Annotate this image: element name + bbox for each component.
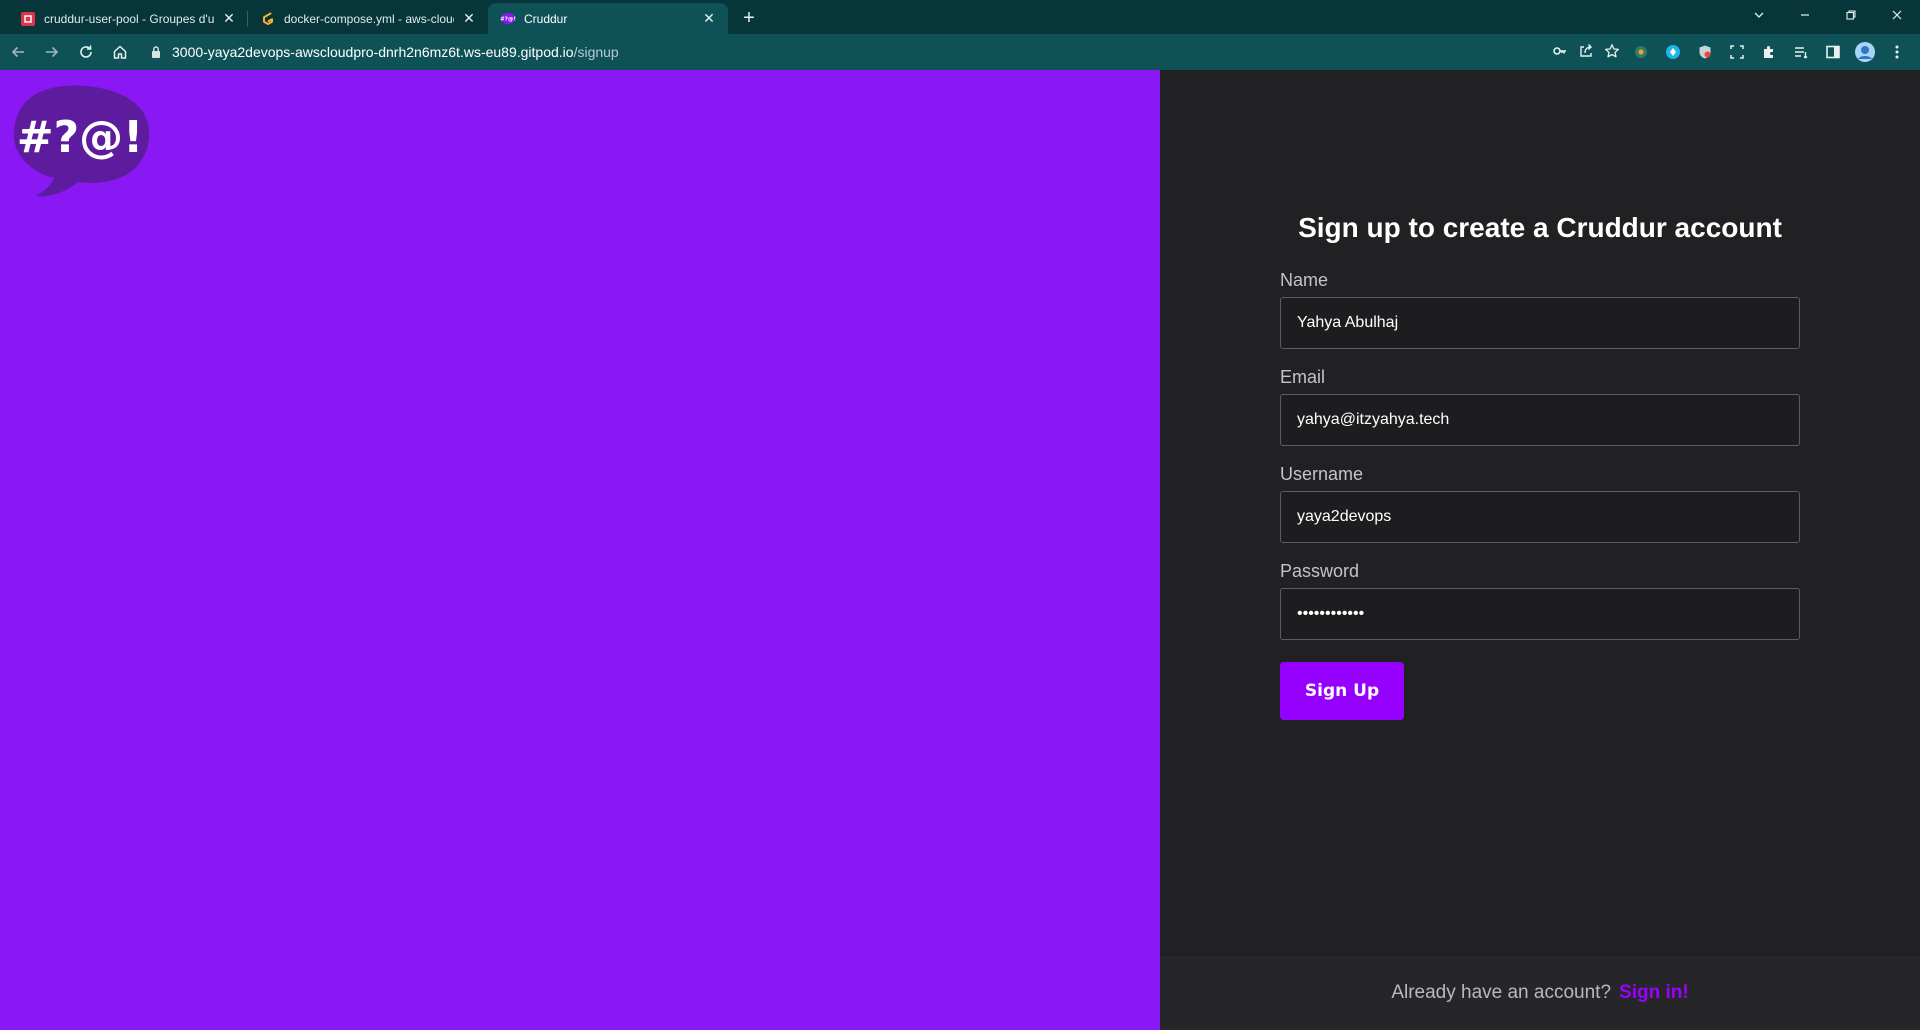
share-icon[interactable] (1578, 43, 1594, 62)
extensions-bar (1628, 38, 1910, 66)
svg-text:#?@!: #?@! (500, 16, 516, 22)
tab-cognito[interactable]: cruddur-user-pool - Groupes d'u ✕ (8, 3, 248, 34)
window-controls (1736, 0, 1920, 30)
key-icon[interactable] (1552, 43, 1568, 62)
browser-tab-strip: cruddur-user-pool - Groupes d'u ✕ docker… (0, 0, 1920, 34)
tab-search-button[interactable] (1736, 0, 1782, 30)
arrow-left-icon (11, 46, 24, 58)
profile-avatar[interactable] (1852, 39, 1878, 65)
name-field-group: Name (1280, 270, 1800, 349)
url-host: 3000-yaya2devops-awscloudpro-dnrh2n6mz6t… (172, 44, 574, 60)
close-icon[interactable]: ✕ (460, 10, 478, 28)
minimize-button[interactable] (1782, 0, 1828, 30)
minimize-icon (1801, 14, 1809, 16)
address-bar[interactable]: 3000-yaya2devops-awscloudpro-dnrh2n6mz6t… (140, 38, 1630, 66)
email-input[interactable] (1280, 394, 1800, 446)
aws-cognito-icon (20, 11, 36, 27)
close-window-button[interactable] (1874, 0, 1920, 30)
tab-cruddur[interactable]: #?@! Cruddur ✕ (488, 3, 728, 34)
password-input[interactable] (1280, 588, 1800, 640)
tab-gitpod[interactable]: docker-compose.yml - aws-cloud ✕ (247, 3, 488, 34)
extension-screenshot-icon[interactable] (1724, 39, 1750, 65)
close-icon[interactable]: ✕ (220, 10, 238, 28)
close-icon[interactable]: ✕ (700, 10, 718, 28)
sign-up-button[interactable]: Sign Up (1280, 662, 1404, 720)
lock-icon[interactable] (150, 45, 162, 59)
email-field-group: Email (1280, 367, 1800, 446)
star-icon[interactable] (1604, 43, 1620, 62)
back-button[interactable] (2, 38, 34, 66)
extension-grammar-icon[interactable] (1628, 39, 1654, 65)
logo-text: #?@! (17, 112, 143, 163)
username-input[interactable] (1280, 491, 1800, 543)
arrow-right-icon (46, 46, 59, 58)
close-icon (1892, 10, 1902, 20)
username-field-group: Username (1280, 464, 1800, 543)
signup-panel: Sign up to create a Cruddur account Name… (1160, 70, 1920, 1030)
password-field-group: Password (1280, 561, 1800, 640)
new-tab-button[interactable]: + (734, 3, 764, 34)
gitpod-icon (260, 11, 276, 27)
tab-title: docker-compose.yml - aws-cloud (284, 11, 454, 26)
sign-in-link[interactable]: Sign in! (1619, 982, 1689, 1004)
browser-toolbar: 3000-yaya2devops-awscloudpro-dnrh2n6mz6t… (0, 34, 1920, 70)
extensions-puzzle-icon[interactable] (1756, 39, 1782, 65)
email-label: Email (1280, 367, 1326, 387)
chevron-down-icon (1754, 12, 1764, 18)
home-button[interactable] (104, 38, 136, 66)
restore-icon (1846, 10, 1856, 20)
reload-button[interactable] (70, 38, 102, 66)
reading-list-icon[interactable] (1788, 39, 1814, 65)
tab-title: Cruddur (524, 11, 568, 26)
form-title: Sign up to create a Cruddur account (1298, 212, 1782, 243)
extension-vpn-icon[interactable] (1660, 39, 1686, 65)
cruddur-icon: #?@! (500, 11, 516, 27)
restore-button[interactable] (1828, 0, 1874, 30)
footer-prompt: Already have an account? (1391, 982, 1612, 1003)
side-panel-icon[interactable] (1820, 39, 1846, 65)
home-icon (113, 45, 127, 59)
name-label: Name (1280, 270, 1329, 290)
name-input[interactable] (1280, 297, 1800, 349)
signin-footer: Already have an account? Sign in! (1160, 956, 1920, 1030)
tab-title: cruddur-user-pool - Groupes d'u (44, 11, 214, 26)
forward-button[interactable] (36, 38, 68, 66)
signup-form: Sign up to create a Cruddur account Name… (1280, 212, 1800, 720)
username-label: Username (1280, 464, 1364, 484)
extension-shield-icon[interactable] (1692, 39, 1718, 65)
brand-panel: #?@! (0, 70, 1160, 1030)
url-path: /signup (573, 44, 619, 60)
page: #?@! Sign up to create a Cruddur account… (0, 70, 1920, 1030)
cruddur-logo[interactable]: #?@! (12, 82, 152, 200)
more-menu-icon[interactable] (1884, 39, 1910, 65)
password-label: Password (1280, 561, 1360, 581)
reload-icon (80, 45, 92, 58)
